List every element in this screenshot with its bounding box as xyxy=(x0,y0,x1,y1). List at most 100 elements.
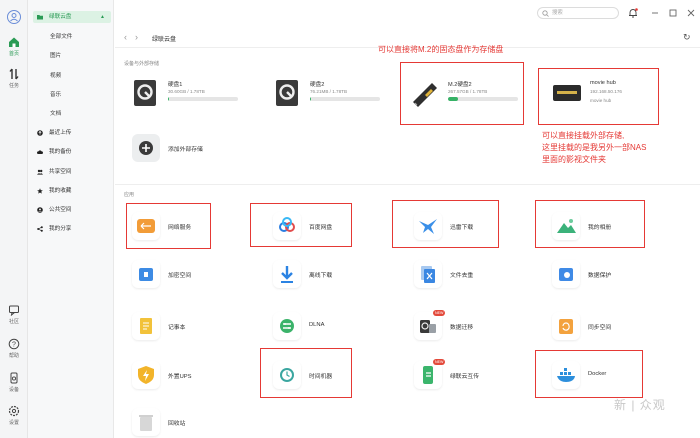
sidebar-item-music[interactable]: 音乐 xyxy=(32,89,110,101)
search-icon xyxy=(542,10,549,17)
cloud-icon xyxy=(37,150,43,154)
app-name: 绿联云互传 xyxy=(450,374,479,380)
app-name: 文件去重 xyxy=(450,273,474,279)
app-time-machine[interactable]: 时间机器 xyxy=(273,359,383,393)
close-icon[interactable] xyxy=(685,7,697,19)
sidebar-item-shared-space[interactable]: 共享空间 xyxy=(33,166,111,178)
rail-help[interactable]: ? 帮助 xyxy=(0,338,28,359)
sidebar-item-my-shares[interactable]: 我的分享 xyxy=(33,223,111,235)
sidebar-item-documents[interactable]: 文档 xyxy=(32,108,110,120)
disk-sub: movie hub xyxy=(590,98,612,103)
app-data-protection[interactable]: 数据保护 xyxy=(552,258,662,292)
sidebar-item-label: 视频 xyxy=(50,73,62,79)
disk-card-movie-hub[interactable]: movie hub 192.168.50.176 movie hub xyxy=(552,74,662,114)
watermark: 新 | 众观 xyxy=(614,398,666,412)
app-data-migration[interactable]: NEW 数据迁移 xyxy=(414,310,524,344)
disk-name: movie hub xyxy=(590,80,616,86)
docker-whale-icon xyxy=(557,368,575,382)
disk-usage-bar xyxy=(448,97,518,101)
sidebar-item-all-files[interactable]: 全部文件 xyxy=(32,31,110,43)
app-ugreen-transfer[interactable]: NEW 绿联云互传 xyxy=(414,359,524,393)
sidebar-item-backups[interactable]: 我的备份 xyxy=(33,146,111,158)
app-tile xyxy=(132,361,160,389)
app-docker[interactable]: Docker xyxy=(552,359,662,393)
rail-home[interactable]: 首页 xyxy=(0,36,28,57)
sidebar-item-videos[interactable]: 视频 xyxy=(32,70,110,82)
app-tile xyxy=(132,260,160,288)
add-storage-label: 添加外部存储 xyxy=(168,147,203,153)
new-badge: NEW xyxy=(433,359,446,365)
sync-icon xyxy=(559,319,573,334)
caret-up-icon: ▲ xyxy=(100,14,105,20)
annotation-nas-line1: 可以直接挂载外部存储, xyxy=(542,131,625,140)
xunlei-bird-icon xyxy=(419,219,437,234)
app-tile xyxy=(132,212,160,240)
app-xunlei-download[interactable]: 迅雷下载 xyxy=(414,210,524,244)
back-arrow-icon[interactable]: ‹ xyxy=(124,32,127,42)
forward-arrow-icon[interactable]: › xyxy=(135,32,138,42)
phone-transfer-icon xyxy=(423,366,433,384)
sidebar-item-label: 我的收藏 xyxy=(49,188,72,194)
sidebar-item-label: 共享空间 xyxy=(49,169,72,175)
sidebar-item-label: 全部文件 xyxy=(50,34,73,40)
rail-label: 帮助 xyxy=(8,353,19,359)
sidebar-item-favorites[interactable]: 我的收藏 xyxy=(33,185,111,197)
rail-community[interactable]: 社区 xyxy=(0,304,28,325)
rail-tasks[interactable]: 任务 xyxy=(0,68,28,89)
mountain-photo-icon xyxy=(557,219,576,233)
sidebar-item-recent-uploads[interactable]: 最近上传 xyxy=(33,127,111,139)
refresh-icon[interactable]: ↻ xyxy=(683,32,691,43)
home-icon xyxy=(9,37,19,47)
avatar[interactable] xyxy=(7,10,21,24)
help-icon: ? xyxy=(8,338,20,350)
sidebar-item-images[interactable]: 图片 xyxy=(32,50,110,62)
device-icon xyxy=(10,372,18,384)
disk-name: M.2硬盘2 xyxy=(448,82,472,88)
sidebar-item-public-space[interactable]: 公共空间 xyxy=(33,204,111,216)
app-file-dedup[interactable]: 文件去重 xyxy=(414,258,524,292)
app-name: 时间机器 xyxy=(309,374,333,380)
sidebar-item-label: 最近上传 xyxy=(49,130,72,136)
app-tile xyxy=(273,312,301,340)
rail-settings[interactable]: 设置 xyxy=(0,405,28,426)
add-external-storage-button[interactable]: 添加外部存储 xyxy=(132,132,242,166)
app-network-service[interactable]: 网络服务 xyxy=(132,210,242,244)
app-external-ups[interactable]: 外置UPS xyxy=(132,359,242,393)
left-rail: 首页 任务 社区 ? 帮助 设备 设置 xyxy=(0,0,28,438)
add-icon-tile xyxy=(132,134,160,162)
hard-drive-icon xyxy=(276,80,298,106)
app-encrypted-space[interactable]: 加密空间 xyxy=(132,258,242,292)
app-name: 百度网盘 xyxy=(309,225,333,231)
users-icon xyxy=(37,169,43,175)
main-content: 搜索 ‹ › 绿联云盘 ↻ 设备与外部存储 硬盘1 30.60GB / 1.78… xyxy=(115,0,700,438)
maximize-icon[interactable] xyxy=(667,7,679,19)
disk-card-m2[interactable]: M.2硬盘2 267.57GB / 1.78TB xyxy=(410,74,520,114)
sidebar-item-ugreen-cloud[interactable]: 绿联云盘 ▲ xyxy=(33,11,111,23)
disk-card-1[interactable]: 硬盘1 30.60GB / 1.78TB xyxy=(130,74,240,114)
baidu-cloud-icon xyxy=(279,217,295,232)
app-my-album[interactable]: 我的相册 xyxy=(552,210,662,244)
app-baidu-netdisk[interactable]: 百度网盘 xyxy=(273,210,383,244)
folder-icon xyxy=(37,15,43,20)
annotation-nas-line3: 里面的影视文件夹 xyxy=(542,155,606,164)
app-recycle-bin[interactable]: 回收站 xyxy=(132,406,242,438)
nas-icon xyxy=(553,85,581,101)
sidebar-item-label: 文档 xyxy=(50,111,62,117)
disk-usage-bar xyxy=(168,97,238,101)
app-sync-space[interactable]: 同步空间 xyxy=(552,310,662,344)
app-notepad[interactable]: 记事本 xyxy=(132,310,242,344)
search-input[interactable]: 搜索 xyxy=(537,7,619,19)
clock-icon xyxy=(280,368,294,382)
shield-icon xyxy=(559,268,573,281)
minimize-icon[interactable] xyxy=(649,7,661,19)
bell-icon[interactable] xyxy=(627,7,639,19)
gear-icon xyxy=(8,405,20,417)
app-offline-download[interactable]: 离线下载 xyxy=(273,258,383,292)
disk-card-2[interactable]: 硬盘2 76.21MB / 1.78TB xyxy=(272,74,382,114)
app-dlna[interactable]: DLNA xyxy=(273,310,383,344)
ups-shield-icon xyxy=(138,366,154,384)
app-tile xyxy=(132,312,160,340)
app-name: DLNA xyxy=(309,322,325,328)
rail-device[interactable]: 设备 xyxy=(0,372,28,393)
app-tile xyxy=(414,361,442,389)
